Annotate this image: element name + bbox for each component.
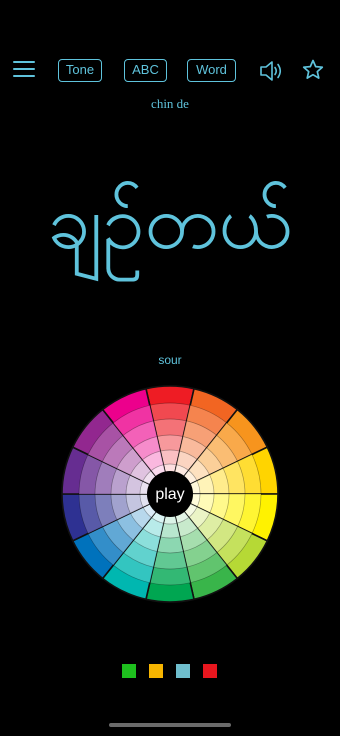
color-swatch[interactable] (122, 664, 136, 678)
home-indicator (109, 723, 231, 727)
color-swatch[interactable] (149, 664, 163, 678)
tone-button[interactable]: Tone (58, 59, 102, 82)
star-outline-icon[interactable] (301, 58, 325, 82)
word-button[interactable]: Word (187, 59, 236, 82)
color-swatch[interactable] (176, 664, 190, 678)
abc-button[interactable]: ABC (124, 59, 167, 82)
hamburger-menu-icon[interactable] (13, 60, 35, 80)
play-label[interactable]: play (155, 486, 184, 503)
romanization-text: chin de (151, 96, 189, 111)
burmese-word: ချဉ်တယ် (47, 180, 293, 265)
color-swatch[interactable] (203, 664, 217, 678)
toolbar: Tone ABC Word (0, 56, 340, 86)
tone-label: sour (158, 353, 182, 367)
color-swatches (0, 664, 340, 680)
speaker-icon[interactable] (258, 59, 284, 83)
color-wheel[interactable]: play (56, 380, 284, 608)
